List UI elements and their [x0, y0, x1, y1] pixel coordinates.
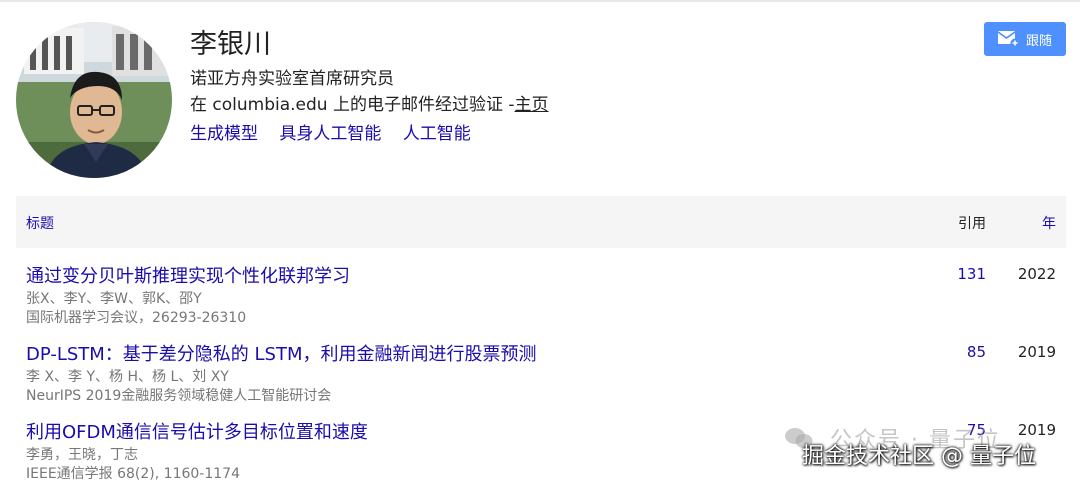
citation-count[interactable]: 85: [967, 343, 986, 361]
publication-authors: 张X、李Y、李W、郭K、邵Y: [26, 291, 202, 307]
table-header: 标题 引用 年: [16, 196, 1066, 248]
table-row: 通过变分贝叶斯推理实现个性化联邦学习 张X、李Y、李W、郭K、邵Y 国际机器学习…: [16, 262, 1066, 326]
interest-link[interactable]: 人工智能: [403, 124, 471, 144]
publication-authors: 李 X、李 Y、杨 H、杨 L、刘 XY: [26, 369, 229, 385]
follow-button[interactable]: 跟随: [984, 22, 1066, 56]
citation-count[interactable]: 131: [957, 265, 986, 283]
top-divider: [0, 0, 1080, 2]
follow-button-label: 跟随: [1025, 33, 1052, 49]
profile-name: 李银川: [190, 29, 271, 60]
watermark: 公众号 · 量子位 掘金技术社区 @ 量子位: [784, 422, 1074, 478]
homepage-link[interactable]: 主页: [515, 95, 549, 115]
watermark-main-text: 掘金技术社区 @ 量子位: [802, 444, 1036, 469]
column-header-cited[interactable]: 引用: [958, 213, 986, 233]
verified-email: 在 columbia.edu 上的电子邮件经过验证 -主页: [190, 90, 549, 115]
publication-year: 2022: [1017, 265, 1056, 283]
publication-title[interactable]: 利用OFDM通信信号估计多目标位置和速度: [26, 418, 368, 444]
avatar: [16, 22, 172, 178]
envelope-plus-icon: [997, 31, 1020, 47]
publication-venue: NeurIPS 2019金融服务领域稳健人工智能研讨会: [26, 388, 332, 404]
publication-venue: IEEE通信学报 68(2), 1160-1174: [26, 466, 240, 482]
publication-title[interactable]: DP-LSTM：基于差分隐私的 LSTM，利用金融新闻进行股票预测: [26, 340, 537, 366]
publication-authors: 李勇，王晓，丁志: [26, 447, 138, 463]
publication-title[interactable]: 通过变分贝叶斯推理实现个性化联邦学习: [26, 262, 350, 288]
verified-email-text: 在 columbia.edu 上的电子邮件经过验证 -: [190, 95, 515, 115]
research-interests: 生成模型 具身人工智能 人工智能: [190, 119, 487, 144]
column-header-title[interactable]: 标题: [26, 213, 54, 233]
profile-affiliation: 诺亚方舟实验室首席研究员: [190, 69, 394, 89]
interest-link[interactable]: 生成模型: [190, 124, 258, 144]
publication-year: 2019: [1017, 343, 1056, 361]
publication-venue: 国际机器学习会议，26293-26310: [26, 310, 247, 326]
column-header-year[interactable]: 年: [1042, 213, 1056, 233]
table-row: DP-LSTM：基于差分隐私的 LSTM，利用金融新闻进行股票预测 李 X、李 …: [16, 340, 1066, 404]
interest-link[interactable]: 具身人工智能: [279, 124, 381, 144]
